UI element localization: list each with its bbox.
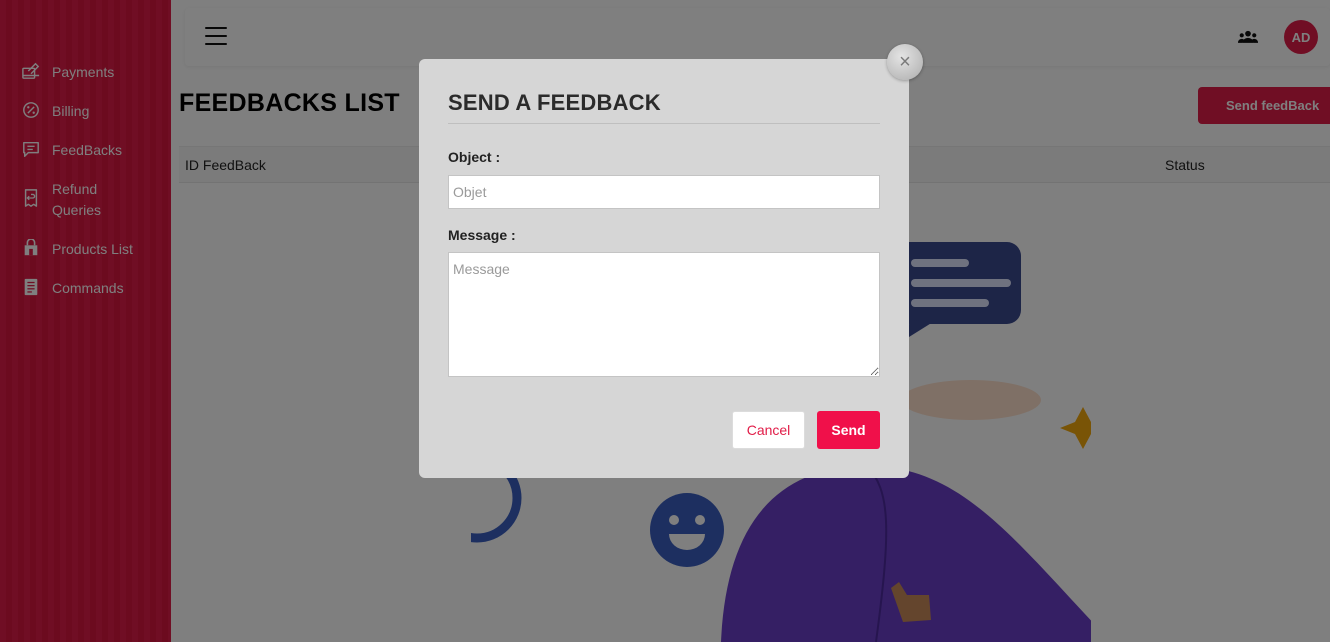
object-label: Object : [448, 149, 501, 165]
modal-title: SEND A FEEDBACK [448, 90, 661, 115]
close-icon[interactable]: × [887, 44, 923, 80]
message-textarea[interactable] [448, 252, 880, 377]
send-button[interactable]: Send [817, 411, 880, 449]
close-glyph: × [899, 51, 911, 73]
object-input[interactable] [448, 175, 880, 209]
cancel-button[interactable]: Cancel [732, 411, 805, 449]
send-feedback-modal: SEND A FEEDBACK Object : Message : Cance… [419, 59, 909, 478]
message-label: Message : [448, 227, 516, 243]
modal-divider [448, 123, 880, 124]
